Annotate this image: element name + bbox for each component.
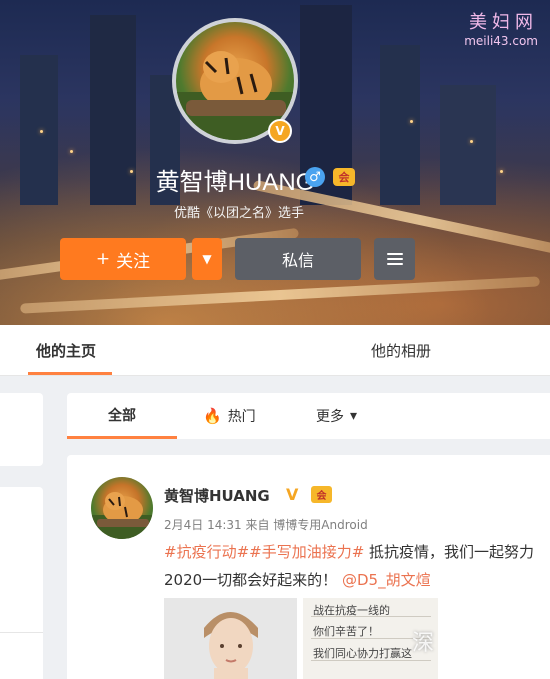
tab-home[interactable]: 他的主页: [36, 325, 96, 375]
vip-crown-icon[interactable]: 会: [333, 168, 355, 186]
tab-album[interactable]: 他的相册: [371, 325, 431, 375]
profile-tab-bar: 他的主页 他的相册: [0, 325, 550, 376]
divider: [0, 632, 43, 633]
verified-icon: V: [268, 119, 292, 143]
image-watermark: 深: [412, 631, 435, 656]
feed-tab-more-label: 更多: [316, 409, 344, 425]
handwriting-line: 战在抗疫一线的: [313, 604, 390, 617]
post-text: #抗疫行动##手写加油接力# 抵抗疫情，我们一起努力 2020一切都会好起来的！…: [164, 538, 550, 594]
profile-description: 优酷《以团之名》选手: [173, 206, 304, 221]
chevron-down-icon: ▼: [202, 252, 212, 266]
watermark-title: 美妇网: [469, 12, 538, 33]
post-meta: 2月4日 14:31 来自 博博专用Android: [164, 518, 368, 532]
follow-button[interactable]: + 关注: [60, 238, 186, 280]
post-text-segment: 抵抗疫情，我们一起努力: [364, 543, 535, 561]
plus-icon: +: [95, 249, 111, 269]
post-text-segment: 2020一切都会好起来的！: [164, 571, 338, 589]
hashtag-link[interactable]: #抗疫行动#: [164, 543, 249, 561]
profile-name: 黄智博HUANG: [155, 169, 315, 196]
left-side-card: [0, 487, 43, 679]
verified-icon: V: [286, 485, 299, 504]
feed-tab-bar: 全部 🔥 热门 更多 ▾: [67, 393, 550, 439]
feed-tab-more[interactable]: 更多 ▾: [316, 393, 357, 439]
weibo-post: 黄智博HUANG V 会 2月4日 14:31 来自 博博专用Android #…: [67, 455, 550, 679]
post-author-name[interactable]: 黄智博HUANG: [164, 485, 270, 506]
follow-label: 关注: [116, 251, 151, 272]
more-menu-button[interactable]: [374, 238, 415, 280]
fire-icon: 🔥: [203, 407, 222, 425]
left-info-card: [0, 393, 43, 466]
mention-link[interactable]: @D5_胡文煊: [342, 571, 431, 589]
vip-crown-icon[interactable]: 会: [311, 486, 332, 503]
chevron-down-icon: ▾: [350, 408, 358, 424]
handwriting-line: 你们辛苦了！: [313, 625, 379, 638]
follow-options-button[interactable]: ▼: [192, 238, 222, 280]
active-tab-indicator: [28, 372, 112, 375]
site-watermark: 美妇网 meili43.com: [464, 8, 538, 48]
feed-tab-hot[interactable]: 🔥 热门: [203, 393, 256, 439]
post-author-avatar[interactable]: [91, 477, 153, 539]
handwriting-line: 我们同心协力打赢这: [313, 647, 412, 660]
hamburger-icon: [386, 253, 403, 265]
male-gender-icon: ♂: [305, 167, 325, 187]
post-image-portrait[interactable]: [164, 598, 297, 679]
message-button[interactable]: 私信: [235, 238, 361, 280]
hashtag-link[interactable]: #手写加油接力#: [249, 543, 364, 561]
feed-tab-all[interactable]: 全部: [67, 393, 177, 439]
watermark-url: meili43.com: [464, 34, 538, 48]
feed-tab-hot-label: 热门: [227, 409, 256, 425]
